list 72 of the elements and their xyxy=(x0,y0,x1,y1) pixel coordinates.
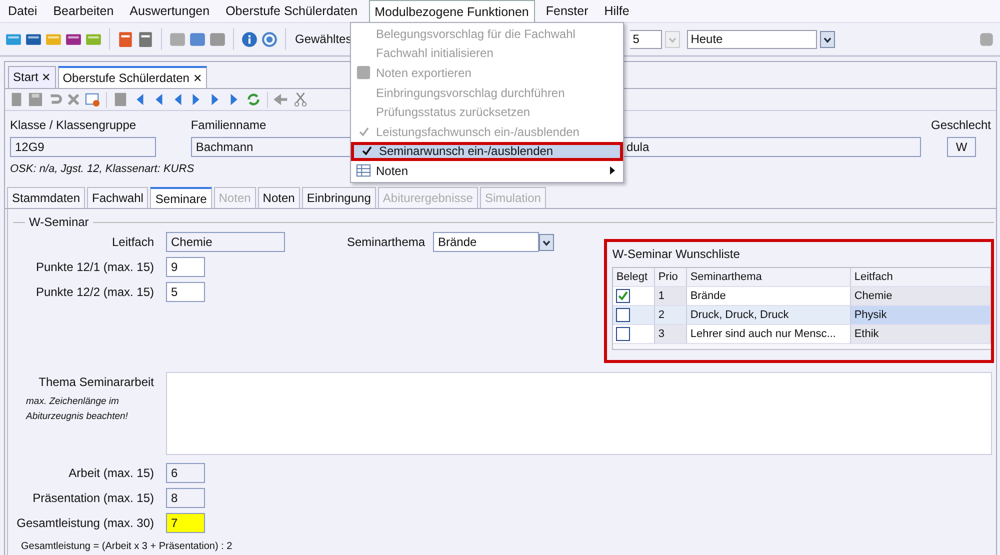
points-field[interactable]: 9 xyxy=(166,257,205,277)
year-combo[interactable]: 5 xyxy=(630,30,662,48)
form-icon[interactable] xyxy=(85,92,100,107)
field-label: Arbeit (max. 15) xyxy=(68,466,154,480)
grade-field[interactable]: 7 xyxy=(166,513,205,533)
toolbar-label: Gewähltes xyxy=(295,32,352,46)
table-cell: 1 xyxy=(655,287,688,306)
field-label: Gesamtleistung (max. 30) xyxy=(16,516,154,530)
field-label: Punkte 12/1 (max. 15) xyxy=(34,260,154,274)
topic-combo[interactable]: Brände xyxy=(433,232,539,252)
column-header[interactable]: Prio xyxy=(655,268,688,287)
document-tab[interactable]: Start ✕ xyxy=(8,66,56,88)
field-label: Leitfach xyxy=(110,235,154,249)
column-header[interactable]: Belegt xyxy=(613,268,656,287)
menu-item[interactable]: Auswertungen xyxy=(124,0,215,22)
arrow-left-icon[interactable] xyxy=(274,92,289,107)
column-header[interactable]: Leitfach xyxy=(851,268,991,287)
menu-item[interactable]: Noten xyxy=(351,161,623,181)
close-icon[interactable]: ✕ xyxy=(192,73,202,85)
points-field[interactable]: 5 xyxy=(166,282,205,302)
menu-item[interactable]: Bearbeiten xyxy=(48,0,119,22)
tab[interactable]: Einbringung xyxy=(302,187,376,208)
tab[interactable]: Seminare xyxy=(150,187,212,208)
formula-text: Gesamtleistung = (Arbeit x 3 + Präsentation) : 2 xyxy=(20,540,234,552)
menu-item[interactable]: Fenster xyxy=(540,0,594,22)
table-cell: Brände xyxy=(687,287,852,306)
submenu-arrow-icon xyxy=(610,166,615,176)
date-combo[interactable]: Heute xyxy=(686,30,817,48)
delete-icon[interactable] xyxy=(66,92,81,107)
scissors-icon[interactable] xyxy=(293,92,308,107)
document-tab[interactable]: Oberstufe Schülerdaten ✕ xyxy=(58,66,207,88)
class-field[interactable]: 12G9 xyxy=(10,137,156,157)
panel-title: W-Seminar Wunschliste xyxy=(612,246,741,263)
tab[interactable]: Noten xyxy=(258,187,300,208)
field-label: Familienname xyxy=(190,118,268,132)
dropdown-icon[interactable] xyxy=(539,234,554,250)
menu-item[interactable]: Oberstufe Schülerdaten xyxy=(220,0,363,22)
dropdown-icon[interactable] xyxy=(820,30,835,48)
table-cell: Physik xyxy=(851,306,991,325)
class-info-text: OSK: n/a, Jgst. 12, Klassenart: KURS xyxy=(10,163,194,175)
field-label: Präsentation (max. 15) xyxy=(32,491,154,505)
checkbox[interactable] xyxy=(616,289,630,303)
table-cell: 3 xyxy=(655,325,688,344)
field-label: Punkte 12/2 (max. 15) xyxy=(34,285,154,299)
tab[interactable]: Fachwahl xyxy=(87,187,148,208)
field-label: Geschlecht xyxy=(930,118,992,132)
menu-item[interactable]: Seminarwunsch ein-/ausblenden xyxy=(351,142,623,162)
table-cell: Lehrer sind auch nur Mensc... xyxy=(687,325,852,344)
checkbox[interactable] xyxy=(616,327,630,341)
table-cell: Chemie xyxy=(851,287,991,306)
group-title: W-Seminar xyxy=(29,215,89,229)
table-cell: Druck, Druck, Druck xyxy=(687,306,852,325)
menu-item[interactable]: Modulbezogene Funktionen xyxy=(368,0,535,22)
first-name-field[interactable]: dula xyxy=(621,137,921,157)
field-label: Klasse / Klassengruppe xyxy=(10,118,138,132)
table-cell: 2 xyxy=(655,306,688,325)
grade-field[interactable]: 8 xyxy=(166,488,205,508)
info-icon[interactable] xyxy=(241,30,258,48)
table-cell: Ethik xyxy=(851,325,991,344)
hint-text: max. Zeichenlänge im Abiturzeugnis beachten! xyxy=(26,395,129,424)
close-icon[interactable]: ✕ xyxy=(42,72,51,84)
gender-field[interactable]: W xyxy=(947,137,976,157)
menu-item[interactable]: Hilfe xyxy=(599,0,634,22)
tab[interactable]: Stammdaten xyxy=(7,187,86,208)
save-icon[interactable] xyxy=(28,92,43,107)
grade-field[interactable]: 6 xyxy=(166,463,205,483)
subject-field[interactable]: Chemie xyxy=(166,232,285,252)
refresh-icon[interactable] xyxy=(246,92,261,107)
checkbox[interactable] xyxy=(616,308,630,322)
column-header[interactable]: Seminarthema xyxy=(687,268,852,287)
field-label: Thema Seminararbeit xyxy=(38,375,154,389)
menu-item[interactable]: Datei xyxy=(3,0,42,22)
